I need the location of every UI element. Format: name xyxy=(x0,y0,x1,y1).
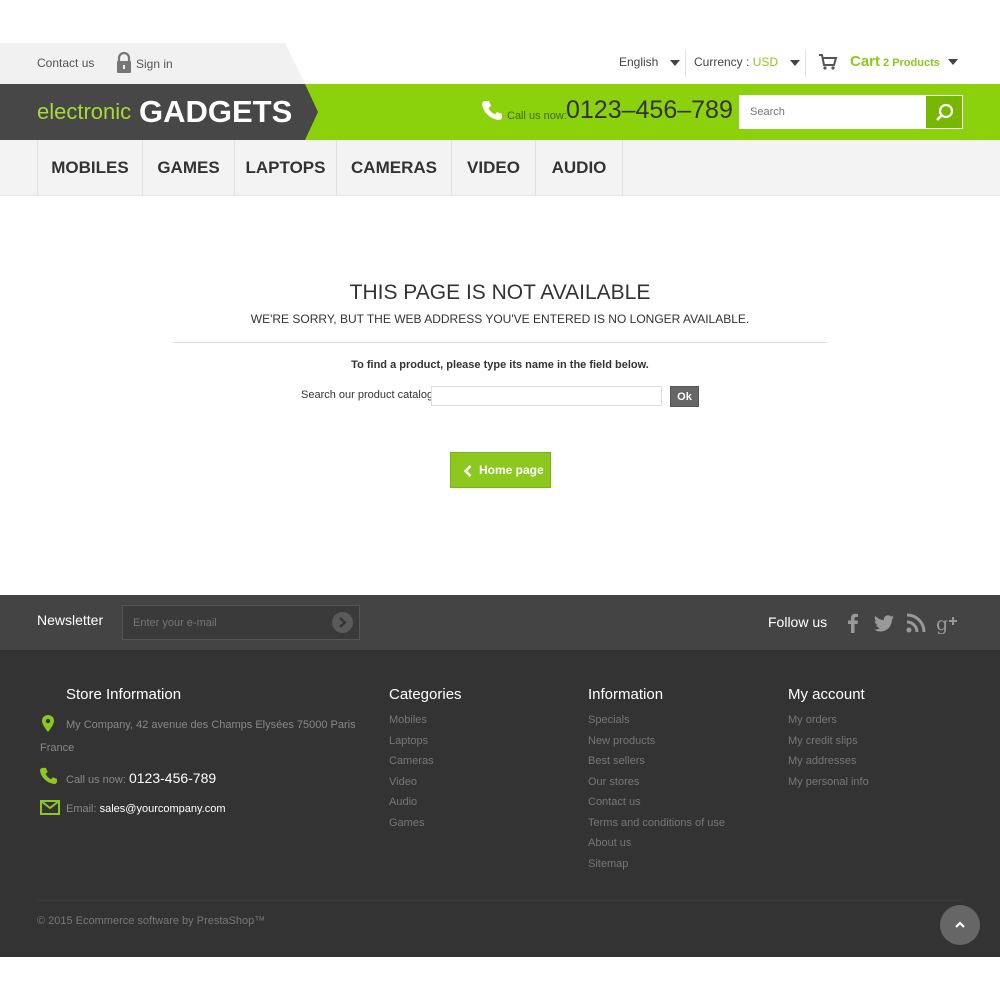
chevron-right-icon xyxy=(339,617,347,628)
chevron-down-icon xyxy=(947,59,958,66)
footer-category-link[interactable]: Mobiles xyxy=(389,714,427,726)
twitter-icon[interactable] xyxy=(873,612,895,634)
divider xyxy=(622,140,623,196)
catalog-search-label: Search our product catalog: xyxy=(301,389,437,401)
svg-text:g: g xyxy=(936,613,948,634)
footer-category-link[interactable]: Laptops xyxy=(389,735,428,747)
cart-label: Cart xyxy=(850,53,881,70)
find-product-text: To find a product, please type its name … xyxy=(351,359,649,371)
follow-us-label: Follow us xyxy=(768,614,828,630)
store-email: Email: sales@yourcompany.com xyxy=(66,798,386,821)
divider xyxy=(685,49,686,77)
store-address: My Company, 42 avenue des Champs Elysées… xyxy=(40,719,356,754)
newsletter-submit-button[interactable] xyxy=(332,612,353,633)
newsletter-email-input[interactable] xyxy=(122,605,360,640)
page-title: THIS PAGE IS NOT AVAILABLE xyxy=(349,281,651,304)
lock-icon xyxy=(117,52,131,73)
cart-icon xyxy=(819,54,838,70)
divider xyxy=(37,900,963,901)
google-plus-icon[interactable]: g xyxy=(936,612,960,634)
footer-account-link[interactable]: My personal info xyxy=(788,776,869,788)
home-page-label: Home page xyxy=(479,463,544,477)
main-nav: MOBILES GAMES LAPTOPS CAMERAS VIDEO AUDI… xyxy=(0,140,1000,196)
information-title: Information xyxy=(588,686,664,703)
header: electronic GADGETS Call us now: 0123–456… xyxy=(0,84,1000,140)
language-value: English xyxy=(619,55,659,69)
envelope-icon xyxy=(40,800,60,815)
page-subtitle: WE'RE SORRY, BUT THE WEB ADDRESS YOU'VE … xyxy=(250,312,750,326)
store-email-address[interactable]: sales@yourcompany.com xyxy=(100,803,226,815)
footer-category-link[interactable]: Cameras xyxy=(389,755,434,767)
footer-info-link[interactable]: About us xyxy=(588,837,631,849)
footer-category-link[interactable]: Audio xyxy=(389,796,417,808)
search-input[interactable] xyxy=(739,95,925,129)
language-selector[interactable]: English xyxy=(619,55,681,69)
store-email-label: Email: xyxy=(66,803,97,815)
footer-info-link[interactable]: Contact us xyxy=(588,796,641,808)
categories-title: Categories xyxy=(389,686,462,703)
cart-button[interactable]: Cart 2 Products xyxy=(850,53,958,70)
divider xyxy=(805,49,806,77)
store-info-title: Store Information xyxy=(66,686,182,703)
divider xyxy=(173,342,827,343)
footer-category-link[interactable]: Games xyxy=(389,817,424,829)
footer-account-link[interactable]: My orders xyxy=(788,714,837,726)
contact-us-link[interactable]: Contact us xyxy=(37,56,94,70)
chevron-down-icon xyxy=(790,59,801,66)
my-account-title: My account xyxy=(788,686,865,703)
logo[interactable]: electronic GADGETS xyxy=(0,84,318,140)
home-page-button[interactable]: Home page xyxy=(450,452,551,488)
catalog-search-input[interactable] xyxy=(431,386,662,406)
footer: Store Information My Company, 42 avenue … xyxy=(0,650,1000,957)
chevron-down-icon xyxy=(670,59,681,66)
sign-in-link[interactable]: Sign in xyxy=(136,57,173,71)
newsletter-label: Newsletter xyxy=(37,612,104,628)
footer-info-link[interactable]: New products xyxy=(588,735,655,747)
footer-account-link[interactable]: My addresses xyxy=(788,755,856,767)
nav-item-cameras[interactable]: CAMERAS xyxy=(336,140,451,196)
nav-item-video[interactable]: VIDEO xyxy=(451,140,535,196)
cart-count: 2 Products xyxy=(883,57,940,69)
store-phone: Call us now: 0123-456-789 xyxy=(66,767,386,792)
footer-info-link[interactable]: Our stores xyxy=(588,776,639,788)
phone-icon xyxy=(482,101,502,120)
currency-selector[interactable]: Currency : USD xyxy=(694,55,801,69)
chevron-left-icon xyxy=(464,465,472,477)
ok-button[interactable]: Ok xyxy=(670,386,699,407)
footer-info-link[interactable]: Sitemap xyxy=(588,858,628,870)
chevron-up-icon xyxy=(955,921,965,928)
newsletter-bar: Newsletter Follow us g xyxy=(0,595,1000,650)
call-us-label: Call us now: xyxy=(507,110,567,122)
logo-text-small: electronic xyxy=(37,99,132,124)
nav-item-laptops[interactable]: LAPTOPS xyxy=(234,140,336,196)
copyright-text: © 2015 Ecommerce software by PrestaShop™ xyxy=(37,915,266,927)
store-phone-number: 0123-456-789 xyxy=(128,770,217,786)
call-us-number: 0123–456–789 xyxy=(566,96,733,124)
rss-icon[interactable] xyxy=(905,612,927,634)
currency-value: USD xyxy=(752,55,779,69)
top-bar: Contact us Sign in English Currency : US… xyxy=(0,43,1000,84)
footer-category-link[interactable]: Video xyxy=(389,776,417,788)
phone-icon xyxy=(40,767,57,784)
search-button[interactable] xyxy=(925,95,963,129)
store-phone-label: Call us now: xyxy=(66,774,126,786)
facebook-icon[interactable] xyxy=(842,612,864,634)
nav-item-games[interactable]: GAMES xyxy=(142,140,234,196)
search-icon xyxy=(936,103,954,121)
footer-info-link[interactable]: Specials xyxy=(588,714,630,726)
currency-label: Currency : xyxy=(694,55,750,69)
nav-item-audio[interactable]: AUDIO xyxy=(535,140,622,196)
back-to-top-button[interactable] xyxy=(940,905,980,945)
logo-text-big: GADGETS xyxy=(139,94,293,129)
footer-info-link[interactable]: Terms and conditions of use xyxy=(588,817,725,829)
footer-info-link[interactable]: Best sellers xyxy=(588,755,645,767)
footer-account-link[interactable]: My credit slips xyxy=(788,735,858,747)
nav-item-mobiles[interactable]: MOBILES xyxy=(37,140,142,196)
